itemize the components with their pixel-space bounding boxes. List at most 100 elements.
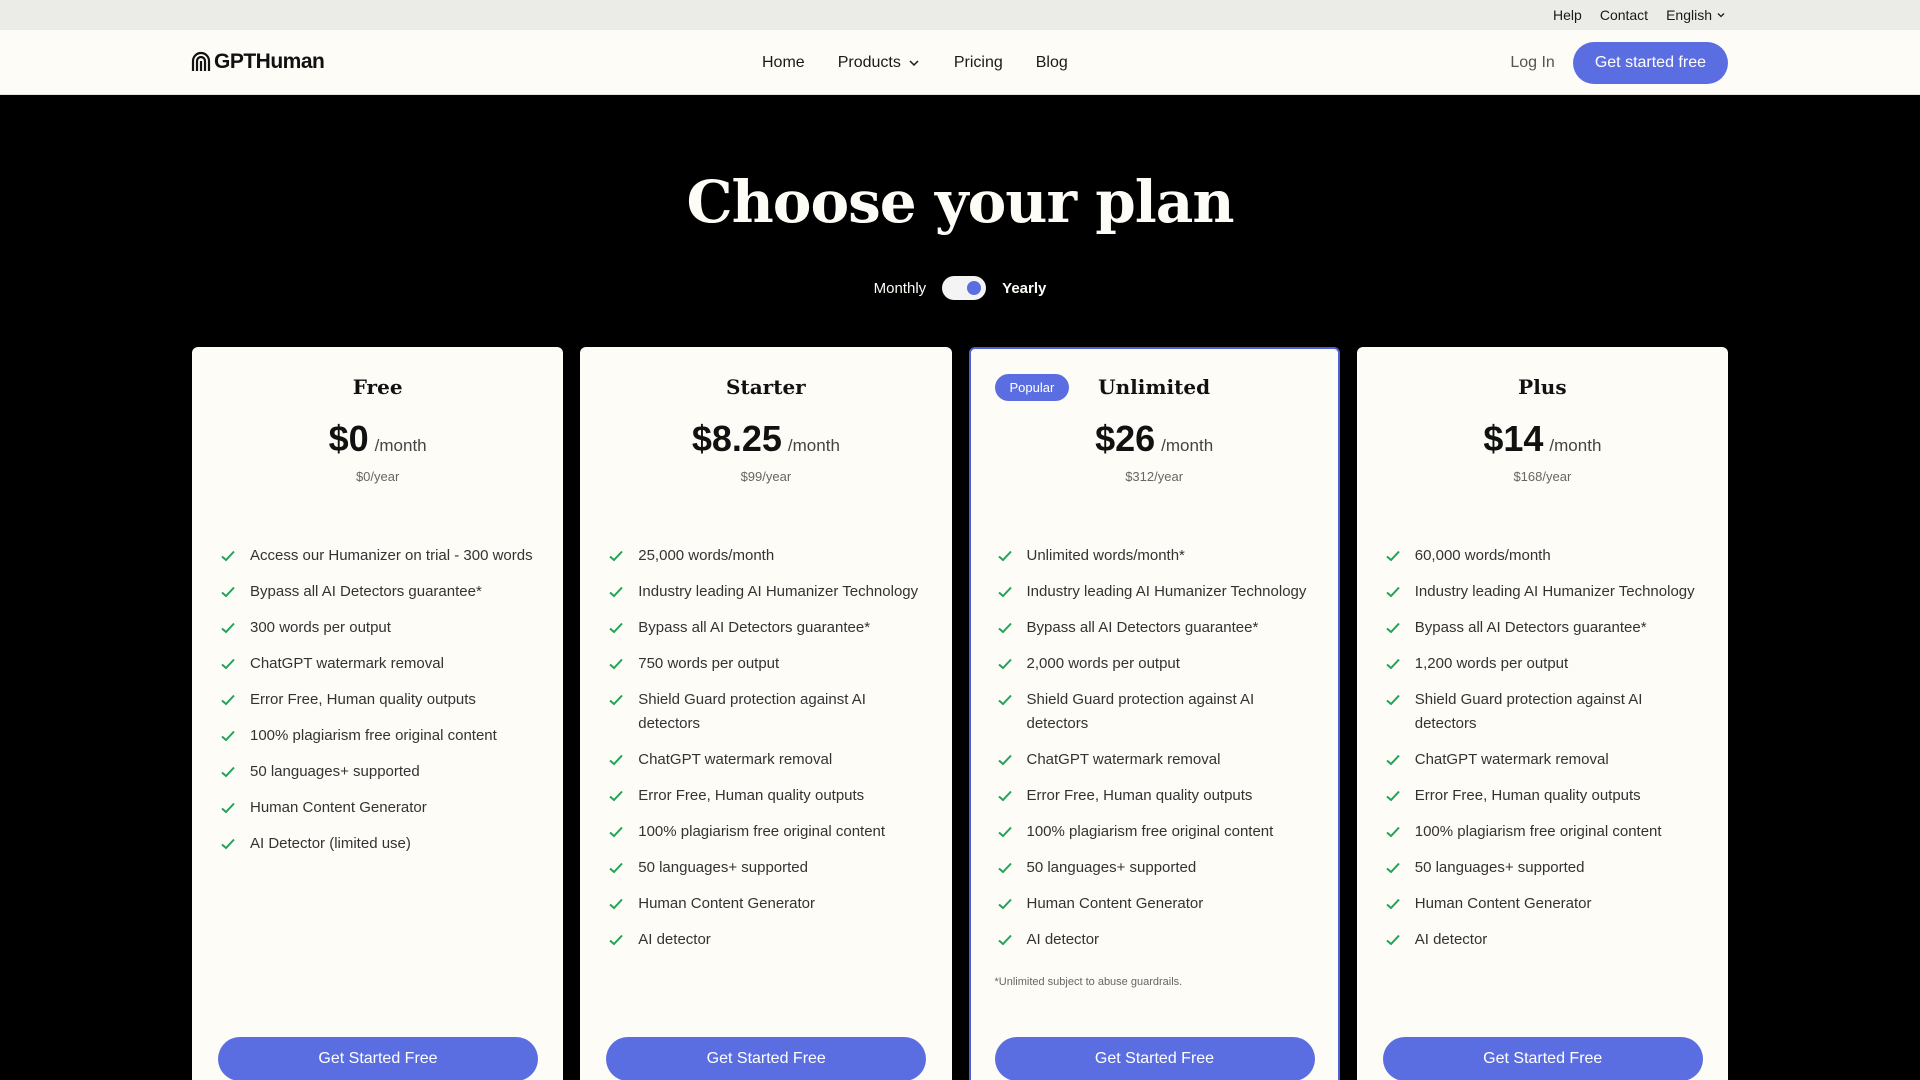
feature-item: 300 words per output (220, 616, 540, 640)
plan-price: $14/month (1359, 418, 1726, 460)
feature-item: 50 languages+ supported (220, 760, 540, 784)
feature-item: 50 languages+ supported (608, 856, 928, 880)
language-selector[interactable]: English (1666, 7, 1726, 23)
price-amount: $14 (1483, 418, 1544, 459)
feature-text: Unlimited words/month* (1026, 547, 1185, 564)
language-label: English (1666, 7, 1712, 23)
help-link[interactable]: Help (1553, 7, 1582, 23)
login-link[interactable]: Log In (1510, 54, 1554, 72)
plan-name: Free (352, 375, 403, 399)
check-icon (1385, 856, 1401, 880)
check-icon (220, 616, 236, 640)
check-icon (220, 652, 236, 676)
feature-text: Access our Humanizer on trial - 300 word… (250, 547, 533, 564)
check-icon (608, 688, 624, 712)
plan-price: $26/month (971, 418, 1338, 460)
get-started-free-button[interactable]: Get Started Free (606, 1037, 927, 1080)
plan-card-starter: Starter $8.25/month $99/year 25,000 word… (580, 347, 952, 1080)
nav-pricing[interactable]: Pricing (954, 54, 1003, 72)
feature-item: Error Free, Human quality outputs (997, 784, 1317, 808)
check-icon (997, 820, 1013, 844)
feature-text: Industry leading AI Humanizer Technology (1414, 583, 1695, 600)
check-icon (220, 688, 236, 712)
get-started-button[interactable]: Get started free (1572, 41, 1728, 84)
feature-item: ChatGPT watermark removal (997, 748, 1317, 772)
check-icon (1385, 892, 1401, 916)
check-icon (220, 580, 236, 604)
toggle-monthly-label[interactable]: Monthly (874, 280, 927, 297)
check-icon (1385, 580, 1401, 604)
chevron-down-icon (909, 59, 919, 66)
check-icon (220, 760, 236, 784)
get-started-free-button[interactable]: Get Started Free (994, 1037, 1315, 1080)
feature-item: 50 languages+ supported (997, 856, 1317, 880)
feature-text: 100% plagiarism free original content (638, 823, 886, 840)
feature-item: Error Free, Human quality outputs (1385, 784, 1705, 808)
feature-text: 50 languages+ supported (1414, 859, 1585, 876)
check-icon (608, 892, 624, 916)
feature-item: Bypass all AI Detectors guarantee* (608, 616, 928, 640)
feature-item: Human Content Generator (1385, 892, 1705, 916)
feature-text: 50 languages+ supported (1026, 859, 1197, 876)
feature-item: Human Content Generator (220, 796, 540, 820)
feature-text: 100% plagiarism free original content (250, 727, 497, 744)
feature-item: 1,200 words per output (1385, 652, 1705, 676)
check-icon (1385, 616, 1401, 640)
chevron-down-icon (1717, 13, 1725, 18)
feature-text: AI Detector (limited use) (250, 835, 411, 852)
feature-list: Unlimited words/month* Industry leading … (997, 544, 1317, 964)
check-icon (997, 688, 1013, 712)
check-icon (997, 892, 1013, 916)
price-period: /month (787, 436, 840, 455)
brand-logo[interactable]: GPTHuman (191, 50, 325, 74)
feature-text: Bypass all AI Detectors guarantee* (638, 619, 871, 636)
utility-links: Help Contact English (1553, 0, 1726, 30)
feature-item: 100% plagiarism free original content (997, 820, 1317, 844)
get-started-free-button[interactable]: Get Started Free (218, 1037, 538, 1080)
nav-blog[interactable]: Blog (1036, 54, 1068, 72)
nav-products[interactable]: Products (838, 54, 921, 72)
price-amount: $0 (328, 418, 369, 459)
check-icon (608, 748, 624, 772)
check-icon (997, 856, 1013, 880)
feature-list: 25,000 words/month Industry leading AI H… (608, 544, 928, 964)
plan-card-free: Free $0/month $0/year Access our Humaniz… (192, 347, 564, 1080)
feature-item: Industry leading AI Humanizer Technology (1385, 580, 1705, 604)
check-icon (997, 652, 1013, 676)
feature-text: 60,000 words/month (1414, 547, 1551, 564)
toggle-yearly-label[interactable]: Yearly (1002, 280, 1046, 297)
price-amount: $26 (1095, 418, 1156, 459)
nav-home[interactable]: Home (762, 54, 805, 72)
feature-item: Error Free, Human quality outputs (608, 784, 928, 808)
feature-text: Bypass all AI Detectors guarantee* (250, 583, 482, 600)
check-icon (997, 544, 1013, 568)
feature-text: AI detector (1414, 931, 1488, 948)
check-icon (220, 832, 236, 856)
feature-item: 2,000 words per output (997, 652, 1317, 676)
nav-products-label: Products (837, 53, 901, 71)
billing-period-switch[interactable] (942, 276, 987, 300)
feature-item: AI Detector (limited use) (220, 832, 540, 856)
feature-text: 100% plagiarism free original content (1026, 823, 1274, 840)
check-icon (608, 784, 624, 808)
check-icon (1385, 784, 1401, 808)
utility-bar: Help Contact English (0, 0, 1920, 30)
yearly-price: $312/year (1125, 469, 1184, 484)
check-icon (1385, 688, 1401, 712)
feature-text: 1,200 words per output (1414, 655, 1569, 672)
check-icon (997, 616, 1013, 640)
feature-text: 50 languages+ supported (638, 859, 808, 876)
plan-price: $8.25/month (582, 418, 949, 460)
check-icon (608, 544, 624, 568)
feature-item: AI detector (1385, 928, 1705, 952)
feature-text: Human Content Generator (250, 799, 427, 816)
feature-text: Error Free, Human quality outputs (250, 691, 476, 708)
feature-item: Shield Guard protection against AI detec… (1385, 688, 1705, 736)
feature-text: 2,000 words per output (1026, 655, 1180, 672)
contact-link[interactable]: Contact (1600, 7, 1648, 23)
check-icon (1385, 544, 1401, 568)
feature-text: ChatGPT watermark removal (1026, 751, 1221, 768)
check-icon (1385, 652, 1401, 676)
price-period: /month (1549, 436, 1602, 455)
get-started-free-button[interactable]: Get Started Free (1382, 1037, 1703, 1080)
